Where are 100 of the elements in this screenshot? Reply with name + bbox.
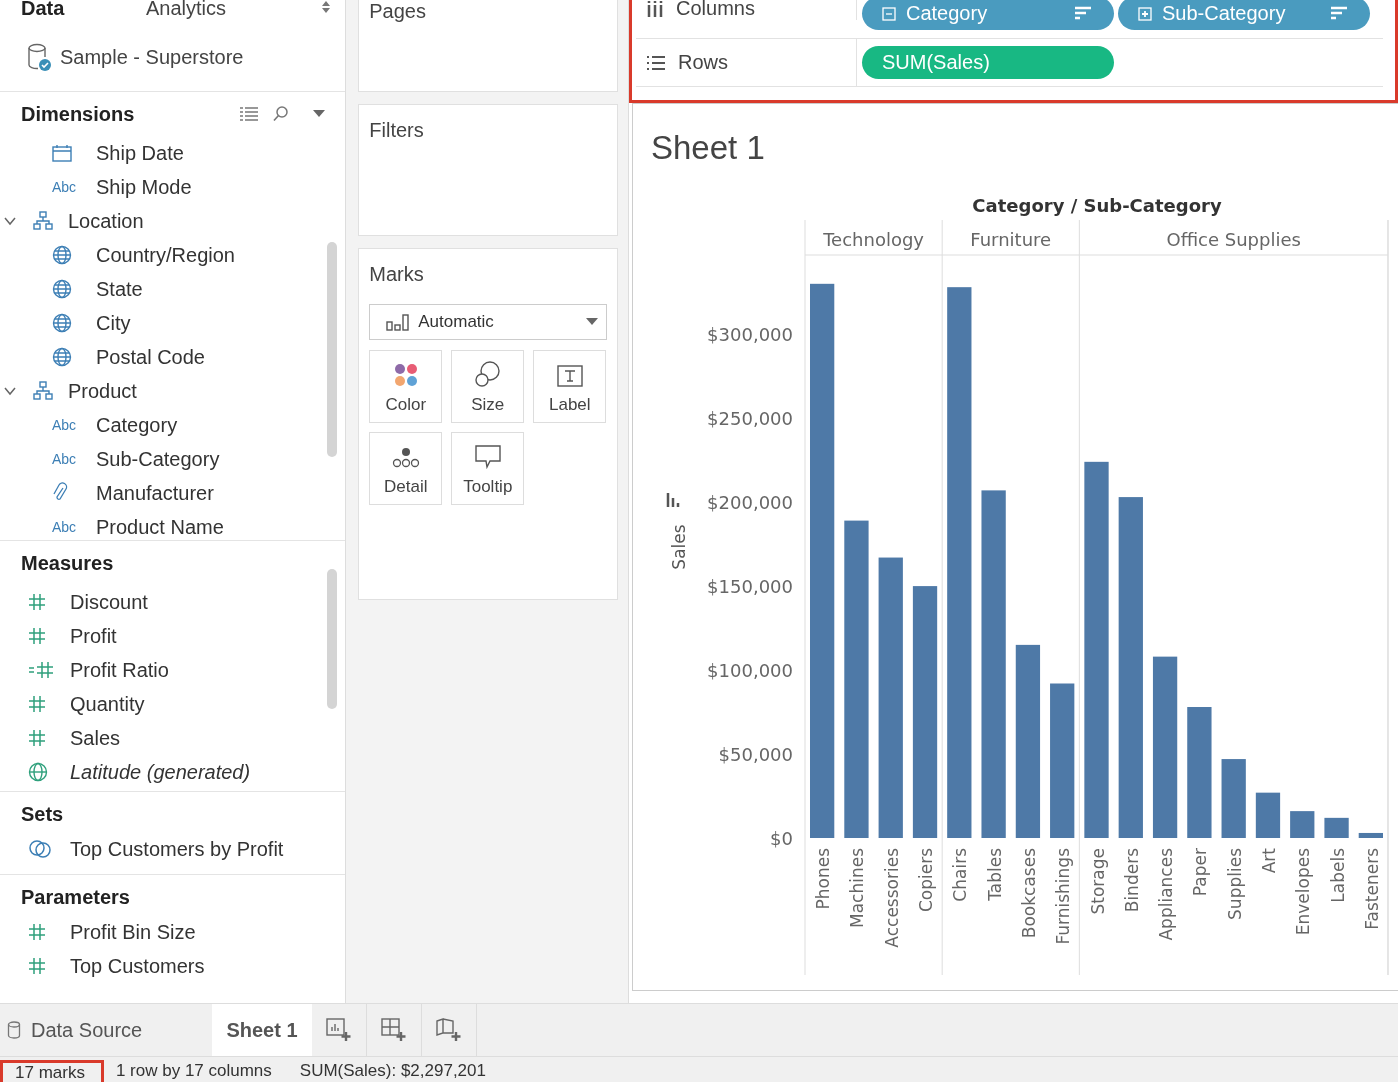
axis-tick-label: $100,000 (707, 660, 793, 682)
field-label[interactable]: Top Customers (70, 954, 205, 978)
bar[interactable] (1118, 497, 1143, 838)
status-text: 1 row by 17 columns (114, 1060, 273, 1082)
category-header: Technology (823, 229, 924, 250)
field-label[interactable]: Top Customers by Profit (70, 837, 284, 861)
bar[interactable] (947, 287, 972, 838)
scrollbar[interactable] (327, 569, 338, 709)
axis-category-label: Supplies (1224, 848, 1245, 920)
rows-icon (646, 54, 666, 71)
search-icon[interactable] (273, 106, 290, 122)
marks-button[interactable]: Label (533, 350, 607, 423)
field-label[interactable]: Profit Ratio (70, 658, 169, 682)
scrollbar[interactable] (327, 242, 338, 457)
section-title: Dimensions (21, 102, 135, 126)
axis-tick-label: $50,000 (718, 744, 793, 766)
string-type-icon: Abc (52, 179, 77, 195)
shelf-label: Rows (678, 51, 728, 74)
field-label[interactable]: Discount (70, 590, 148, 614)
field-label[interactable]: Ship Date (96, 141, 184, 165)
expand-icon[interactable] (1138, 6, 1152, 21)
axis-category-label: Appliances (1156, 848, 1177, 941)
bar[interactable] (844, 520, 869, 838)
bar[interactable] (1290, 811, 1315, 838)
speech-bubble-icon (474, 445, 501, 469)
mark-type-dropdown[interactable]: Automatic (369, 304, 607, 340)
database-icon (7, 1021, 21, 1040)
field-label[interactable]: Product Name (96, 515, 224, 539)
field-label[interactable]: Quantity (70, 692, 145, 716)
sheet-tab[interactable]: Sheet 1 (212, 1004, 312, 1057)
sheet-title: Sheet 1 (650, 128, 766, 165)
sort-icon[interactable] (1074, 5, 1092, 22)
field-label[interactable]: Category (96, 413, 178, 437)
color-dots-icon (393, 363, 418, 387)
string-type-icon: Abc (52, 519, 77, 535)
field-label[interactable]: Sales (70, 726, 121, 750)
dropdown-icon[interactable] (313, 110, 326, 118)
category-header: Office Supplies (1166, 229, 1301, 250)
data-source-name[interactable]: Sample - Superstore (60, 46, 244, 69)
field-label[interactable]: Sub-Category (96, 447, 220, 471)
bar[interactable] (1152, 656, 1178, 838)
columns-icon (646, 0, 664, 18)
bar[interactable] (1050, 683, 1075, 838)
axis-category-label: Envelopes (1293, 848, 1314, 936)
set-icon (28, 839, 52, 859)
axis-tick-label: $150,000 (707, 576, 793, 598)
list-view-icon[interactable] (239, 106, 260, 122)
text-label-icon (556, 365, 583, 387)
data-source-tab[interactable]: Data Source (0, 1004, 212, 1057)
section-title: Parameters (21, 885, 130, 909)
field-label[interactable]: Postal Code (96, 345, 205, 369)
bar[interactable] (1221, 759, 1246, 838)
axis-category-label: Paper (1190, 848, 1211, 897)
axis-category-label: Furnishings (1053, 848, 1074, 945)
bar[interactable] (912, 586, 938, 838)
axis-category-label: Copiers (916, 848, 937, 913)
marks-button[interactable]: Tooltip (451, 432, 525, 505)
field-label[interactable]: Location (68, 209, 144, 233)
hierarchy-icon (30, 211, 56, 231)
caret-icon[interactable] (4, 385, 16, 397)
bar[interactable] (1358, 832, 1383, 838)
axis-tick-label: $300,000 (707, 324, 793, 346)
bar[interactable] (1084, 461, 1109, 838)
number-type-icon (28, 729, 46, 747)
axis-category-label: Tables (984, 848, 1005, 901)
bar[interactable] (878, 557, 903, 838)
hierarchy-icon (30, 381, 56, 401)
axis-category-label: Chairs (950, 848, 971, 902)
field-label[interactable]: City (96, 311, 131, 335)
bar[interactable] (1187, 707, 1212, 838)
field-label[interactable]: Profit (70, 624, 117, 648)
database-icon (26, 42, 52, 73)
field-label[interactable]: Manufacturer (96, 481, 214, 505)
axis-title: Category / Sub-Category (972, 195, 1222, 216)
field-label[interactable]: State (96, 277, 143, 301)
sort-icon[interactable] (1330, 5, 1348, 22)
field-label[interactable]: Product (68, 379, 137, 403)
string-type-icon: Abc (52, 417, 77, 433)
caret-icon[interactable] (4, 215, 16, 227)
axis-tick-label: $200,000 (707, 492, 793, 514)
collapse-icon[interactable] (882, 6, 896, 21)
shelf-label: Columns (676, 0, 755, 20)
bar[interactable] (1255, 792, 1281, 838)
bar[interactable] (810, 283, 835, 838)
bar[interactable] (981, 490, 1006, 838)
field-label[interactable]: Latitude (generated) (70, 760, 251, 784)
dropdown-icon (586, 318, 598, 326)
marks-button[interactable]: Color (369, 350, 443, 423)
bar[interactable] (1324, 817, 1349, 838)
field-label[interactable]: Country/Region (96, 243, 235, 267)
size-circles-icon (474, 361, 501, 387)
marks-button[interactable]: Size (451, 350, 525, 423)
field-label[interactable]: Ship Mode (96, 175, 192, 199)
book-plus-icon (436, 1018, 462, 1043)
field-label[interactable]: Profit Bin Size (70, 920, 196, 944)
pane-tab[interactable]: Analytics (146, 0, 227, 18)
marks-button[interactable]: Detail (369, 432, 443, 505)
pane-tab[interactable]: Data (0, 0, 146, 18)
globe-icon (52, 245, 72, 265)
bar[interactable] (1015, 644, 1041, 838)
